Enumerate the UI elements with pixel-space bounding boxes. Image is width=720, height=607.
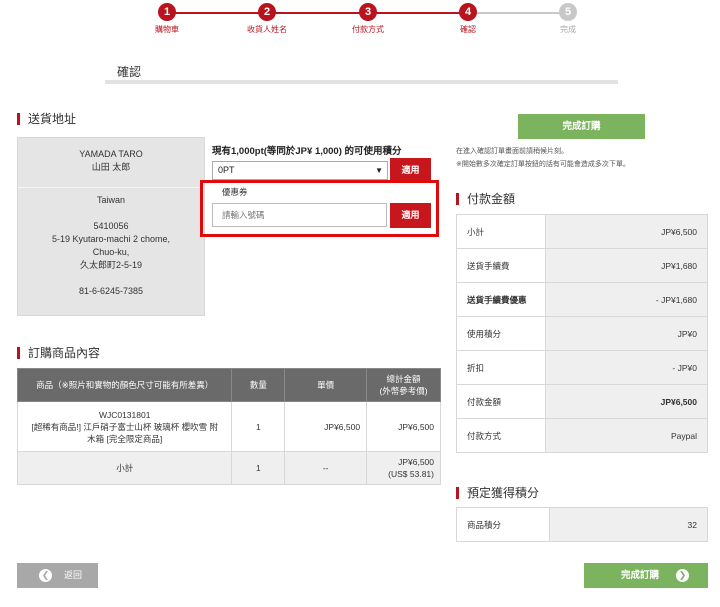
step-number: 4 — [459, 3, 477, 21]
finish-order-button-bottom[interactable]: 完成訂購 ❯ — [584, 563, 708, 588]
step-number: 2 — [258, 3, 276, 21]
header-unit-price: 單價 — [284, 368, 368, 402]
checkout-stepper: 1 購物車 2 收貨人姓名 3 付款方式 4 確認 5 完成 — [0, 0, 720, 40]
summary-value: Paypal — [545, 418, 708, 453]
back-button-label: 返回 — [64, 570, 83, 580]
points-select[interactable]: 0PT ▼ — [212, 161, 388, 180]
step-number: 5 — [559, 3, 577, 21]
stepper-progress-line — [166, 12, 468, 14]
subtotal-total-usd: (US$ 53.81) — [388, 469, 434, 479]
subtotal-unit: -- — [284, 451, 368, 485]
recipient-name-jp: 山田 太郎 — [91, 162, 131, 172]
table-header-row: 商品（※照片和實物的顏色尺寸可能有所差異） 數量 單價 總計金額 (外幣參考價) — [16, 368, 441, 402]
page-title-divider — [105, 80, 618, 84]
shipping-address-card: YAMADA TARO 山田 太郎 Taiwan 5410056 5-19 Ky… — [17, 137, 205, 316]
summary-value: JP¥1,680 — [545, 248, 708, 283]
step-confirm: 4 確認 — [438, 3, 498, 35]
chevron-right-icon: ❯ — [676, 569, 689, 582]
header-total-line1: 總計金額 — [386, 374, 421, 384]
header-total-line2: (外幣參考價) — [379, 386, 428, 396]
earn-label: 商品積分 — [456, 507, 550, 542]
summary-value: - JP¥1,680 — [545, 282, 708, 317]
shipping-section-title: 送貨地址 — [17, 113, 76, 125]
summary-label: 使用積分 — [456, 316, 546, 351]
summary-value: JP¥6,500 — [545, 384, 708, 419]
address-block: Taiwan 5410056 5-19 Kyutaro-machi 2 chom… — [18, 188, 204, 315]
page-title: 確認 — [117, 65, 142, 79]
subtotal-label: 小計 — [16, 451, 233, 485]
order-note-2: ※開始數多次確定訂單按鈕的話有可能會造成多次下單。 — [456, 161, 630, 168]
step-label: 收貨人姓名 — [247, 25, 287, 34]
back-button[interactable]: ❮ 返回 — [17, 563, 98, 588]
item-name-line2: 木箱 [完全限定商品] — [87, 433, 163, 444]
step-label: 購物車 — [155, 25, 179, 34]
header-product: 商品（※照片和實物的顏色尺寸可能有所差異） — [16, 368, 233, 402]
available-points-text: 現有1,000pt(等同於JP¥ 1,000) 的可使用積分 — [212, 146, 402, 157]
summary-label: 送貨手續費優惠 — [456, 282, 546, 317]
header-qty: 數量 — [231, 368, 286, 402]
summary-label: 送貨手續費 — [456, 248, 546, 283]
earn-value: 32 — [549, 507, 708, 542]
summary-label: 折扣 — [456, 350, 546, 385]
earned-points-table: 商品積分 32 — [456, 507, 708, 542]
step-label: 付款方式 — [352, 25, 384, 34]
summary-value: JP¥0 — [545, 316, 708, 351]
address-phone: 81-6-6245-7385 — [78, 286, 144, 296]
address-line3: 久太郎町2-5-19 — [79, 260, 143, 270]
table-row: 商品積分 32 — [456, 507, 708, 542]
table-row: 付款方式 Paypal — [456, 418, 708, 453]
order-section-title: 訂購商品內容 — [17, 347, 100, 359]
finish-order-button-top[interactable]: 完成訂購 — [518, 114, 645, 139]
table-row: 送貨手續費 JP¥1,680 — [456, 248, 708, 283]
item-qty: 1 — [231, 401, 286, 452]
chevron-down-icon: ▼ — [375, 166, 383, 175]
address-postal: 5410056 — [93, 221, 129, 231]
step-complete: 5 完成 — [538, 3, 598, 35]
header-total: 總計金額 (外幣參考價) — [366, 368, 441, 402]
order-items-table: 商品（※照片和實物的顏色尺寸可能有所差異） 數量 單價 總計金額 (外幣參考價)… — [16, 368, 441, 485]
summary-label: 付款金額 — [456, 384, 546, 419]
apply-coupon-button[interactable]: 適用 — [390, 203, 431, 228]
table-row: 折扣 - JP¥0 — [456, 350, 708, 385]
step-label: 完成 — [560, 25, 576, 34]
earned-points-title: 預定獲得積分 — [456, 487, 539, 499]
coupon-code-input[interactable] — [212, 203, 387, 227]
step-recipient: 2 收貨人姓名 — [237, 3, 297, 35]
address-country: Taiwan — [96, 195, 125, 205]
step-label: 確認 — [460, 25, 476, 34]
summary-value: JP¥6,500 — [545, 214, 708, 249]
item-unit-price: JP¥6,500 — [284, 401, 368, 452]
step-number: 3 — [359, 3, 377, 21]
item-code: WJC0131801 — [98, 409, 151, 420]
table-row: WJC0131801 [超稀有商品!] 江戶硝子富士山杯 玻璃杯 櫻吹雪 附 木… — [16, 401, 441, 452]
recipient-name-en: YAMADA TARO — [79, 149, 143, 159]
summary-label: 小計 — [456, 214, 546, 249]
order-note-1: 在進入確認訂單畫面前請稍候片刻。 — [456, 148, 568, 155]
step-payment-method: 3 付款方式 — [338, 3, 398, 35]
address-line2: Chuo-ku, — [92, 247, 130, 257]
item-product-cell: WJC0131801 [超稀有商品!] 江戶硝子富士山杯 玻璃杯 櫻吹雪 附 木… — [16, 401, 233, 452]
chevron-left-icon: ❮ — [39, 569, 52, 582]
subtotal-total-jpy: JP¥6,500 — [398, 457, 434, 467]
payment-summary-table: 小計 JP¥6,500 送貨手續費 JP¥1,680 送貨手續費優惠 - JP¥… — [456, 214, 708, 453]
step-cart: 1 購物車 — [137, 3, 197, 35]
table-row: 使用積分 JP¥0 — [456, 316, 708, 351]
recipient-name-block: YAMADA TARO 山田 太郎 — [18, 138, 204, 188]
item-name-line1: [超稀有商品!] 江戶硝子富士山杯 玻璃杯 櫻吹雪 附 — [31, 421, 218, 432]
address-line1: 5-19 Kyutaro-machi 2 chome, — [51, 234, 171, 244]
points-selected-value: 0PT — [218, 165, 235, 175]
payment-amount-title: 付款金額 — [456, 193, 515, 205]
item-total: JP¥6,500 — [366, 401, 441, 452]
coupon-label: 優惠券 — [222, 187, 248, 197]
finish-button-label: 完成訂購 — [621, 570, 660, 581]
subtotal-row: 小計 1 -- JP¥6,500 (US$ 53.81) — [16, 451, 441, 485]
summary-value: - JP¥0 — [545, 350, 708, 385]
table-row: 小計 JP¥6,500 — [456, 214, 708, 249]
table-row: 付款金額 JP¥6,500 — [456, 384, 708, 419]
step-number: 1 — [158, 3, 176, 21]
table-row: 送貨手續費優惠 - JP¥1,680 — [456, 282, 708, 317]
subtotal-total: JP¥6,500 (US$ 53.81) — [366, 451, 441, 485]
subtotal-qty: 1 — [231, 451, 286, 485]
summary-label: 付款方式 — [456, 418, 546, 453]
